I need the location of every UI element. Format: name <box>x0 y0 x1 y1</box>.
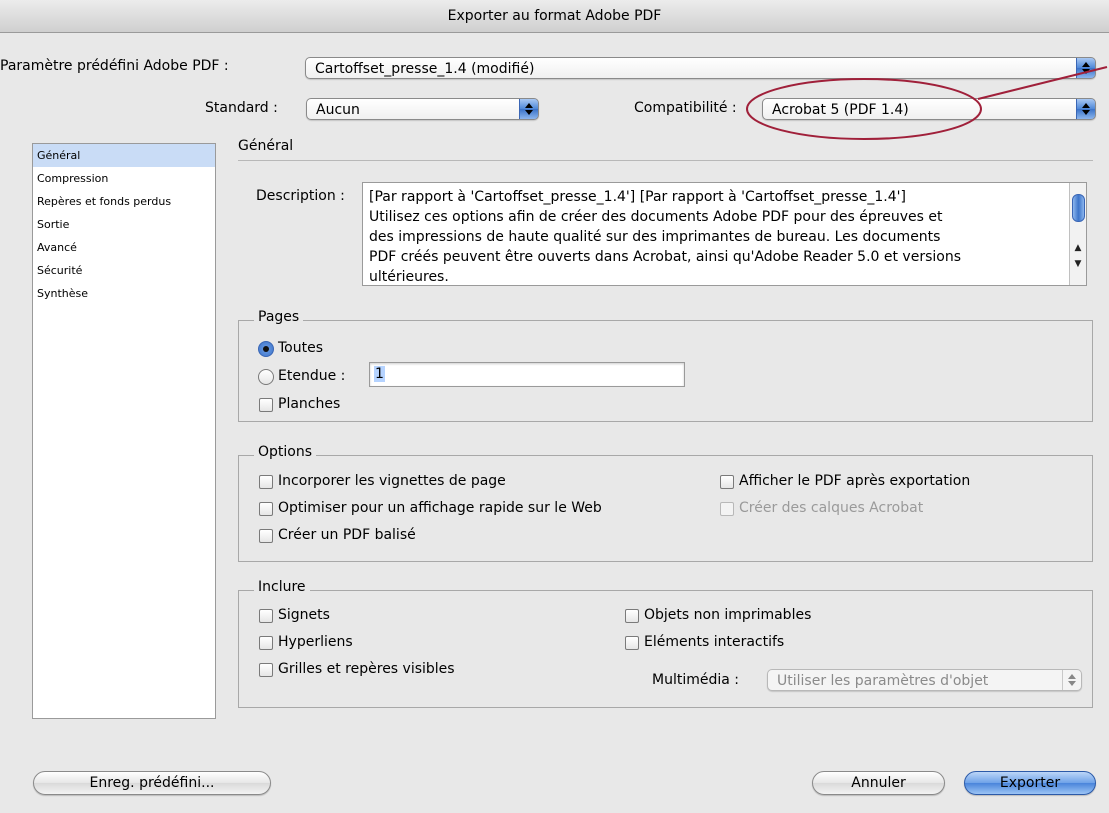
description-line: PDF créés peuvent être ouverts dans Acro… <box>369 249 961 265</box>
sidebar-item-security[interactable]: Sécurité <box>33 259 215 282</box>
sidebar-item-compression[interactable]: Compression <box>33 167 215 190</box>
preset-label: Paramètre prédéfini Adobe PDF : <box>0 58 229 74</box>
popup-arrows-icon <box>1076 58 1095 78</box>
non-printing-checkbox[interactable] <box>625 609 639 623</box>
pages-range-radio[interactable] <box>258 369 274 385</box>
standard-popup[interactable]: Aucun <box>306 98 539 120</box>
multimedia-label: Multimédia : <box>652 672 739 688</box>
standard-value: Aucun <box>316 102 360 118</box>
description-textarea[interactable]: [Par rapport à 'Cartoffset_presse_1.4'] … <box>362 182 1087 286</box>
multimedia-value: Utiliser les paramètres d'objet <box>777 673 989 689</box>
preset-popup[interactable]: Cartoffset_presse_1.4 (modifié) <box>305 57 1096 79</box>
hyperlinks-checkbox[interactable] <box>259 636 273 650</box>
section-title: Général <box>238 138 294 154</box>
standard-label: Standard : <box>205 100 278 116</box>
bookmarks-label: Signets <box>278 607 330 623</box>
view-after-export-checkbox[interactable] <box>720 475 734 489</box>
popup-arrows-icon <box>519 99 538 119</box>
sidebar-item-summary[interactable]: Synthèse <box>33 282 215 305</box>
pages-all-radio[interactable] <box>258 341 274 357</box>
description-line: des impressions de haute qualité sur des… <box>369 229 941 245</box>
include-group-title: Inclure <box>254 579 310 595</box>
scroll-up-icon[interactable]: ▲ <box>1070 241 1086 255</box>
sidebar-item-general[interactable]: Général <box>33 144 215 167</box>
popup-arrows-icon <box>1062 670 1081 690</box>
popup-arrows-icon <box>1076 99 1095 119</box>
interactive-elements-label: Eléments interactifs <box>644 634 785 650</box>
multimedia-popup[interactable]: Utiliser les paramètres d'objet <box>767 669 1082 691</box>
view-after-export-label: Afficher le PDF après exportation <box>739 473 971 489</box>
optimize-web-checkbox[interactable] <box>259 502 273 516</box>
description-line: [Par rapport à 'Cartoffset_presse_1.4'] … <box>369 189 906 205</box>
compatibility-label: Compatibilité : <box>634 100 737 116</box>
page-range-value: 1 <box>374 366 385 382</box>
save-preset-button[interactable]: Enreg. prédéfini... <box>33 771 271 795</box>
scroll-down-icon[interactable]: ▼ <box>1070 257 1086 271</box>
pages-group-title: Pages <box>254 309 304 325</box>
compatibility-popup[interactable]: Acrobat 5 (PDF 1.4) <box>762 98 1096 120</box>
bookmarks-checkbox[interactable] <box>259 609 273 623</box>
spreads-label: Planches <box>278 396 341 412</box>
acrobat-layers-label: Créer des calques Acrobat <box>739 500 924 516</box>
category-sidebar: Général Compression Repères et fonds per… <box>32 143 216 719</box>
embed-thumbnails-checkbox[interactable] <box>259 475 273 489</box>
sidebar-item-output[interactable]: Sortie <box>33 213 215 236</box>
page-range-input[interactable]: 1 <box>369 362 685 387</box>
interactive-elements-checkbox[interactable] <box>625 636 639 650</box>
section-divider <box>238 160 1093 161</box>
description-line: Utilisez ces options afin de créer des d… <box>369 209 943 225</box>
optimize-web-label: Optimiser pour un affichage rapide sur l… <box>278 500 602 516</box>
tagged-pdf-label: Créer un PDF balisé <box>278 527 416 543</box>
options-group-title: Options <box>254 444 317 460</box>
description-scrollbar[interactable]: ▲ ▼ <box>1069 183 1086 285</box>
non-printing-label: Objets non imprimables <box>644 607 812 623</box>
pages-range-label: Etendue : <box>278 368 346 384</box>
export-button[interactable]: Exporter <box>964 771 1096 795</box>
description-text: [Par rapport à 'Cartoffset_presse_1.4'] … <box>369 187 1057 285</box>
cancel-button[interactable]: Annuler <box>812 771 945 795</box>
grids-guides-label: Grilles et repères visibles <box>278 661 455 677</box>
acrobat-layers-checkbox[interactable] <box>720 502 734 516</box>
preset-value: Cartoffset_presse_1.4 (modifié) <box>315 61 535 77</box>
compatibility-value: Acrobat 5 (PDF 1.4) <box>772 102 909 118</box>
hyperlinks-label: Hyperliens <box>278 634 353 650</box>
export-pdf-dialog: Exporter au format Adobe PDF Paramètre p… <box>0 0 1109 813</box>
tagged-pdf-checkbox[interactable] <box>259 529 273 543</box>
sidebar-item-marks-bleeds[interactable]: Repères et fonds perdus <box>33 190 215 213</box>
scroll-thumb[interactable] <box>1072 194 1085 222</box>
description-label: Description : <box>256 188 345 204</box>
sidebar-item-advanced[interactable]: Avancé <box>33 236 215 259</box>
spreads-checkbox[interactable] <box>259 398 273 412</box>
window-title: Exporter au format Adobe PDF <box>0 0 1109 33</box>
description-line: ultérieures. <box>369 269 449 285</box>
pages-all-label: Toutes <box>278 340 324 356</box>
grids-guides-checkbox[interactable] <box>259 663 273 677</box>
embed-thumbnails-label: Incorporer les vignettes de page <box>278 473 506 489</box>
